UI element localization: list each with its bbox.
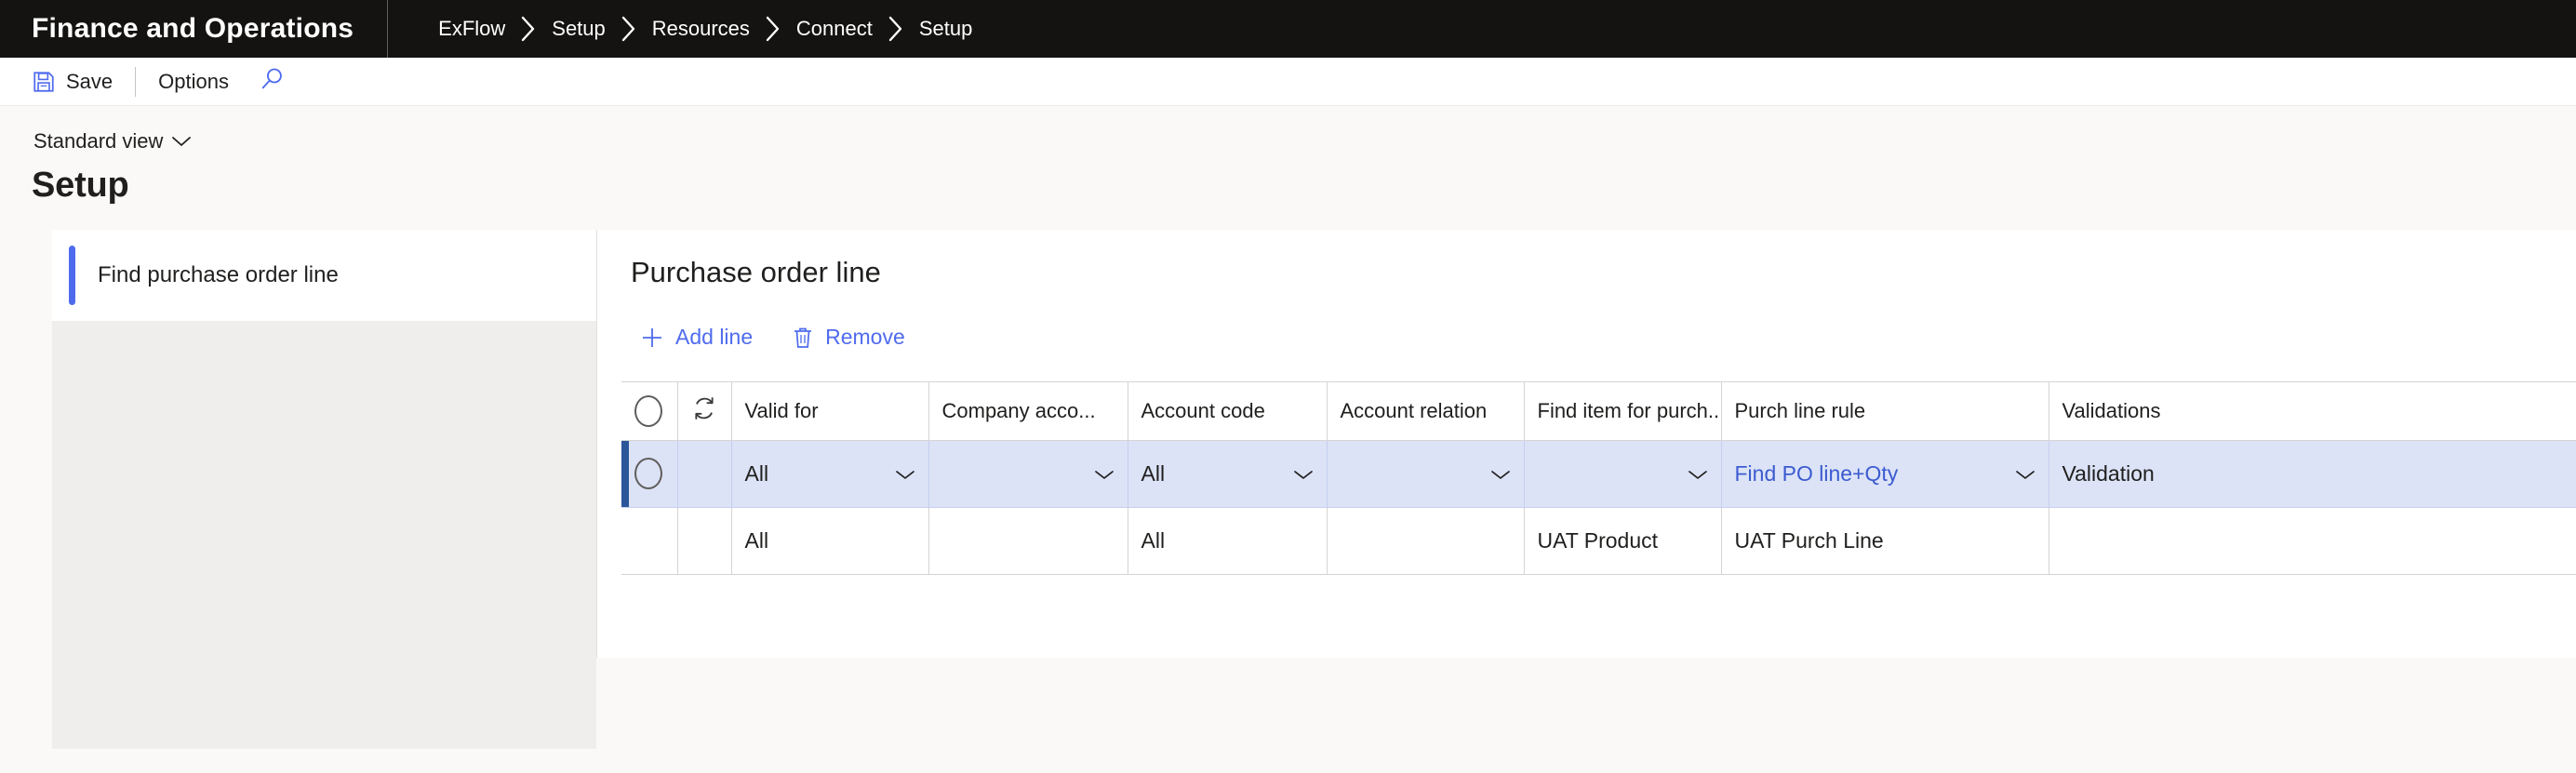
cell-find-item[interactable]: UAT Product (1524, 507, 1722, 575)
header-account-relation[interactable]: Account relation (1327, 382, 1525, 441)
cell-valid-for-value: All (744, 460, 769, 486)
refresh-icon (691, 394, 717, 428)
cell-purch-line-rule-value[interactable]: Find PO line+Qty (1735, 461, 1899, 486)
selection-indicator-bar (69, 246, 75, 305)
header-validations[interactable]: Validations (2049, 382, 2576, 441)
breadcrumb-item-connect[interactable]: Connect (789, 17, 880, 41)
table-row[interactable]: All All Find PO line+Qty Validation (621, 440, 2576, 508)
purchase-order-line-table: Valid for Company acco... Account code A… (621, 382, 2576, 575)
command-bar-divider (135, 66, 137, 97)
header-purch-line-rule[interactable]: Purch line rule (1721, 382, 2049, 441)
remove-label: Remove (825, 325, 905, 349)
app-title: Finance and Operations (32, 13, 354, 44)
options-button[interactable]: Options (141, 58, 246, 106)
add-line-label: Add line (675, 325, 754, 349)
row-icon-cell (677, 507, 732, 575)
search-icon (259, 66, 285, 97)
sidebar-item-find-purchase-order-line[interactable]: Find purchase order line (52, 230, 596, 321)
chevron-right-icon (757, 15, 789, 43)
cell-account-code[interactable]: All (1128, 507, 1328, 575)
page-title: Setup (32, 166, 129, 205)
header-find-item[interactable]: Find item for purch... (1524, 382, 1722, 441)
cell-company-account[interactable] (928, 440, 1128, 508)
header-account-code[interactable]: Account code (1128, 382, 1328, 441)
cell-validations[interactable] (2049, 507, 2576, 575)
header-select-all[interactable] (621, 382, 678, 441)
breadcrumb-item-resources[interactable]: Resources (645, 17, 757, 41)
breadcrumb-item-setup[interactable]: Setup (544, 17, 613, 41)
cell-valid-for[interactable]: All (731, 440, 929, 508)
cell-company-account[interactable] (928, 507, 1128, 575)
cell-account-relation[interactable] (1327, 440, 1525, 508)
cell-find-item[interactable] (1524, 440, 1722, 508)
options-button-label: Options (158, 69, 229, 93)
chevron-right-icon (513, 15, 544, 43)
breadcrumb: ExFlow Setup Resources Connect Setup (388, 15, 980, 43)
add-line-button[interactable]: Add line (625, 317, 767, 357)
chevron-down-icon[interactable] (888, 461, 915, 486)
header-refresh[interactable] (677, 382, 732, 441)
sidebar-item-label: Find purchase order line (98, 262, 339, 287)
cell-purch-line-rule[interactable]: Find PO line+Qty (1721, 440, 2049, 508)
cell-purch-line-rule[interactable]: UAT Purch Line (1721, 507, 2049, 575)
cell-account-code[interactable]: All (1128, 440, 1328, 508)
chevron-right-icon (880, 15, 912, 43)
cell-account-code-value: All (1141, 460, 1166, 486)
chevron-down-icon (171, 129, 192, 153)
table-header-row: Valid for Company acco... Account code A… (621, 382, 2576, 441)
data-grid: Valid for Company acco... Account code A… (621, 381, 2576, 575)
breadcrumb-item-setup-current[interactable]: Setup (912, 17, 981, 41)
main-content-panel: Purchase order line Add line Remove Vali… (597, 230, 2576, 658)
save-button[interactable]: Save (15, 58, 129, 106)
command-bar: Save Options (0, 58, 2576, 106)
chevron-down-icon[interactable] (1087, 461, 1114, 486)
page-body: Find purchase order line Purchase order … (0, 230, 2576, 749)
remove-button[interactable]: Remove (777, 317, 920, 357)
cell-validations[interactable]: Validation (2049, 440, 2576, 508)
page-header: Standard view Setup (0, 106, 2576, 206)
search-button[interactable] (246, 58, 298, 106)
save-button-label: Save (66, 69, 113, 93)
chevron-down-icon[interactable] (1286, 461, 1314, 486)
header-company-account[interactable]: Company acco... (928, 382, 1128, 441)
breadcrumb-item-exflow[interactable]: ExFlow (431, 17, 513, 41)
radio-circle-icon[interactable] (634, 458, 662, 489)
header-valid-for[interactable]: Valid for (731, 382, 929, 441)
cell-account-relation[interactable] (1327, 507, 1525, 575)
top-navigation-bar: Finance and Operations ExFlow Setup Reso… (0, 0, 2576, 58)
save-floppy-icon (32, 70, 56, 94)
row-icon-cell (677, 440, 732, 508)
table-row[interactable]: All All UAT Product UAT Purch Line (621, 507, 2576, 575)
chevron-down-icon[interactable] (2008, 461, 2035, 486)
row-selection-indicator (621, 440, 629, 506)
chevron-down-icon[interactable] (1680, 461, 1708, 486)
chevron-right-icon (613, 15, 645, 43)
radio-circle-icon (634, 394, 662, 427)
trash-icon (792, 326, 814, 350)
grid-action-bar: Add line Remove (621, 317, 2576, 357)
view-selector-label: Standard view (33, 129, 164, 153)
view-selector[interactable]: Standard view (32, 127, 194, 156)
section-title: Purchase order line (631, 256, 881, 288)
left-nav-panel: Find purchase order line (52, 230, 597, 749)
plus-icon (640, 326, 664, 350)
row-select-cell[interactable] (621, 507, 678, 575)
chevron-down-icon[interactable] (1483, 461, 1511, 486)
row-select-cell[interactable] (621, 440, 678, 508)
cell-valid-for[interactable]: All (731, 507, 929, 575)
left-nav-empty-area (52, 321, 596, 749)
